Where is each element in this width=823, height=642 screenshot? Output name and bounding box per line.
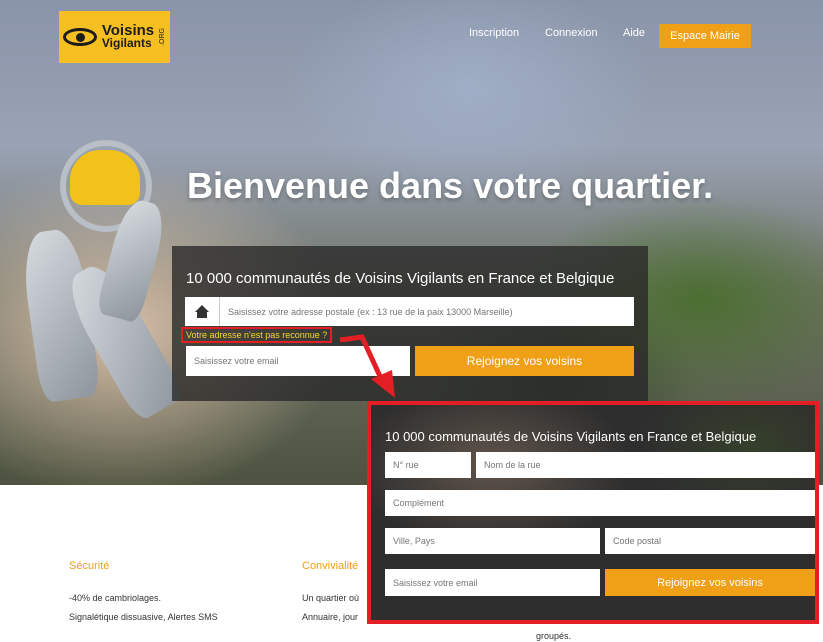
detailed-join-button[interactable]: Rejoignez vos voisins	[605, 569, 815, 596]
street-number-input[interactable]	[385, 452, 471, 478]
detailed-email-input[interactable]	[385, 569, 600, 596]
postal-code-input[interactable]	[605, 528, 815, 554]
city-country-input[interactable]	[385, 528, 600, 554]
detailed-heading: 10 000 communautés de Voisins Vigilants …	[385, 429, 757, 444]
complement-input[interactable]	[385, 490, 815, 516]
street-name-input[interactable]	[476, 452, 815, 478]
